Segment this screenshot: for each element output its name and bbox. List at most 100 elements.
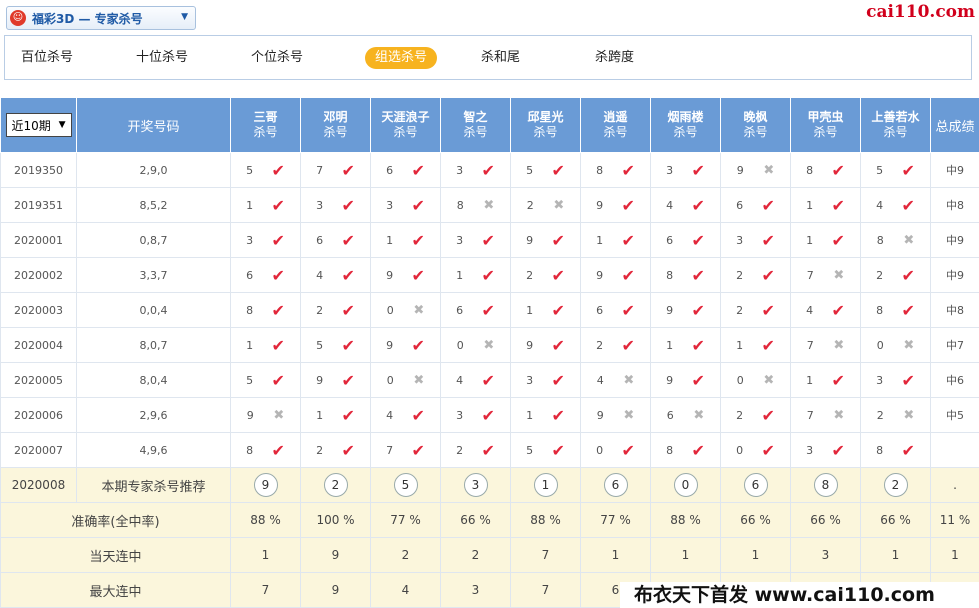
check-icon: ✔ (271, 335, 285, 355)
kill-cell: 2 ✔ (720, 397, 791, 433)
check-icon: ✔ (341, 230, 355, 250)
kill-cell-content: 8 ✔ (861, 441, 930, 460)
kill-number: 4 (316, 268, 324, 282)
tab-group-kill[interactable]: 组选杀号 (365, 47, 438, 69)
kill-cell-content: 3 ✔ (301, 196, 370, 215)
kill-number: 5 (876, 163, 884, 177)
kill-cell: 8 ✔ (790, 152, 861, 188)
kill-cell-content: 9 ✖ (581, 408, 650, 423)
kill-number: 2 (736, 408, 744, 422)
check-icon: ✔ (621, 300, 635, 320)
kill-cell-content: 5 ✔ (231, 161, 300, 180)
stat-value: 1 (720, 537, 791, 573)
recommend-label: 本期专家杀号推荐 (76, 467, 231, 503)
kill-cell-content: 3 ✔ (791, 441, 860, 460)
kill-number: 6 (596, 303, 604, 317)
kill-cell-content: 1 ✔ (511, 406, 580, 425)
check-icon: ✔ (481, 300, 495, 320)
total-score-cell: 中9 (930, 152, 979, 188)
product-select[interactable]: ☺ 福彩3D — 专家杀号 ▼ (6, 6, 196, 30)
check-icon: ✔ (691, 300, 705, 320)
expert-sub-label: 杀号 (253, 125, 278, 139)
expert-name[interactable]: 甲壳虫 (791, 110, 860, 125)
kill-number: 6 (666, 233, 674, 247)
kill-cell: 6 ✔ (440, 292, 511, 328)
check-icon: ✔ (271, 370, 285, 390)
kill-cell-content: 8 ✔ (651, 266, 720, 285)
kill-cell: 8 ✔ (580, 152, 651, 188)
kill-number: 0 (736, 373, 744, 387)
kill-number: 9 (666, 373, 674, 387)
kill-cell-content: 2 ✔ (721, 301, 790, 320)
expert-name[interactable]: 烟雨楼 (651, 110, 720, 125)
kill-cell-content: 4 ✔ (791, 301, 860, 320)
draw-number-cell: 0,8,7 (76, 222, 231, 258)
expert-name[interactable]: 三哥 (231, 110, 300, 125)
tab-bar: 百位杀号 十位杀号 个位杀号 组选杀号 杀和尾 杀跨度 (4, 35, 972, 80)
check-icon: ✔ (761, 230, 775, 250)
stat-label: 最大连中 (0, 572, 231, 608)
recommend-row: 2020008 本期专家杀号推荐 9 2 5 3 1 6 0 6 8 2. (0, 467, 979, 503)
kill-cell-content: 2 ✔ (861, 266, 930, 285)
period-select[interactable]: 近10期 ▼ (5, 113, 72, 137)
recommend-number: 6 (743, 473, 768, 497)
check-icon: ✔ (831, 195, 845, 215)
kill-number: 8 (876, 443, 884, 457)
kill-cell-content: 2 ✔ (301, 441, 370, 460)
expert-name[interactable]: 逍遥 (581, 110, 650, 125)
kill-cell-content: 1 ✔ (791, 371, 860, 390)
check-icon: ✔ (621, 195, 635, 215)
tab-hundreds-kill[interactable]: 百位杀号 (11, 47, 83, 69)
total-score-cell: 全中 (930, 432, 979, 468)
stat-value: 88 % (510, 502, 581, 538)
kill-cell: 1 ✔ (300, 397, 371, 433)
kill-cell: 2 ✔ (300, 292, 371, 328)
tab-span-kill[interactable]: 杀跨度 (585, 47, 644, 69)
table-row: 2020006 2,9,6 9 ✖ 1 ✔ 4 ✔ 3 ✔ 1 ✔ 9 ✖ 6 ✖ 2 ✔ 7 ✖ 2 ✖ 中5 (0, 397, 979, 433)
kill-number: 6 (736, 198, 744, 212)
kill-cell: 2 ✔ (720, 292, 791, 328)
expert-header: 甲壳虫 杀号 (790, 97, 861, 153)
kill-number: 3 (456, 408, 464, 422)
stat-value: 1 (230, 537, 301, 573)
kill-cell-content: 0 ✖ (441, 338, 510, 353)
kill-number: 2 (316, 303, 324, 317)
kill-cell-content: 8 ✔ (231, 301, 300, 320)
expert-name[interactable]: 晚枫 (721, 110, 790, 125)
expert-name[interactable]: 邱星光 (511, 110, 580, 125)
check-icon: ✔ (341, 195, 355, 215)
kill-cell-content: 4 ✔ (861, 196, 930, 215)
kill-number: 4 (386, 408, 394, 422)
check-icon: ✔ (621, 335, 635, 355)
recommend-cell: 0 (650, 467, 721, 503)
table-row: 2020003 0,0,4 8 ✔ 2 ✔ 0 ✖ 6 ✔ 1 ✔ 6 ✔ 9 ✔ 2 ✔ 4 ✔ 8 ✔ 中8 (0, 292, 979, 328)
kill-number: 5 (246, 163, 254, 177)
tab-tens-kill[interactable]: 十位杀号 (126, 47, 198, 69)
expert-name[interactable]: 邓明 (301, 110, 370, 125)
kill-cell-content: 5 ✔ (231, 371, 300, 390)
stat-value: 7 (230, 572, 301, 608)
check-icon: ✔ (551, 265, 565, 285)
check-icon: ✔ (901, 160, 915, 180)
kill-number: 1 (316, 408, 324, 422)
kill-cell-content: 6 ✔ (441, 301, 510, 320)
expert-name[interactable]: 上善若水 (861, 110, 930, 125)
kill-cell-content: 7 ✖ (791, 338, 860, 353)
tab-sum-tail-kill[interactable]: 杀和尾 (471, 47, 530, 69)
expert-name[interactable]: 天涯浪子 (371, 110, 440, 125)
kill-number: 9 (596, 408, 604, 422)
expert-sub-label: 杀号 (603, 125, 628, 139)
kill-cell: 4 ✖ (580, 362, 651, 398)
kill-number: 2 (316, 443, 324, 457)
check-icon: ✔ (481, 405, 495, 425)
expert-name[interactable]: 智之 (441, 110, 510, 125)
kill-number: 5 (526, 163, 534, 177)
stat-value: 2 (440, 537, 511, 573)
expert-sub-label: 杀号 (393, 125, 418, 139)
kill-cell-content: 9 ✔ (301, 371, 370, 390)
kill-cell: 7 ✔ (300, 152, 371, 188)
kill-number: 2 (876, 268, 884, 282)
tab-units-kill[interactable]: 个位杀号 (241, 47, 313, 69)
period-cell: 2019350 (0, 152, 77, 188)
stat-value: 66 % (790, 502, 861, 538)
